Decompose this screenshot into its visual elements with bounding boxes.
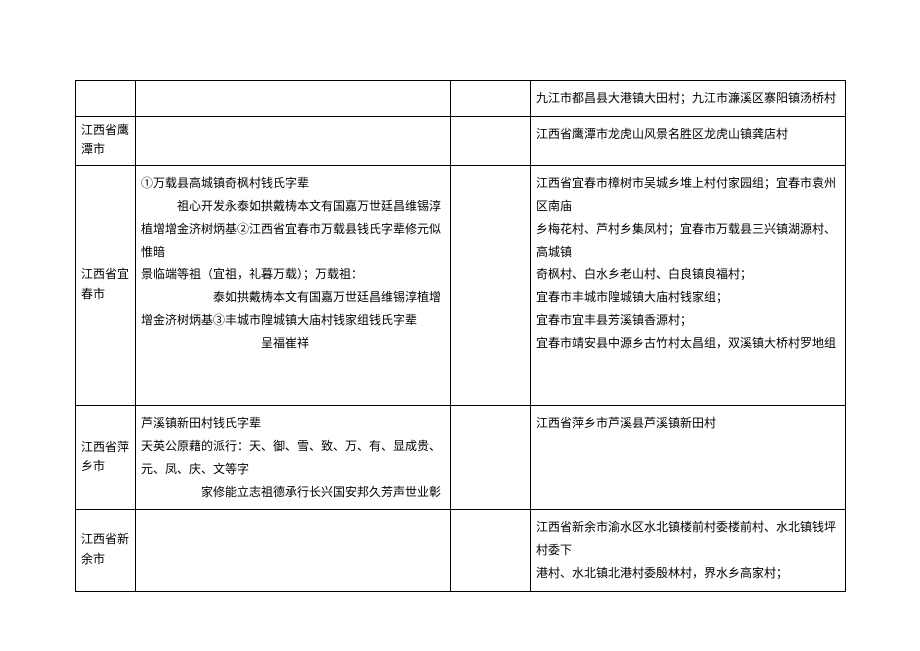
region-cell [76, 81, 136, 117]
text-line: 天英公原藉的派行：天、御、雪、致、万、有、显成贵、元、凤、庆、文等字 [141, 439, 441, 476]
text-line: 增金济树炳基③丰城市隍城镇大庙村钱家组钱氏字辈 [141, 313, 417, 327]
text-line: 呈福崔祥 [141, 336, 309, 350]
blank-cell [451, 406, 531, 510]
table-row: 江西省宜春市 ①万载县高城镇奇枫村钱氏字辈 祖心开发永泰如拱戴梼本文有国嘉万世廷… [76, 166, 846, 406]
text-line: 芦溪镇新田村钱氏字辈 [141, 416, 261, 430]
text-line: 港村、水北镇北港村委殷林村，界水乡高家村； [536, 566, 788, 580]
text-line: 植增增金济树炳基②江西省宜春市万载县钱氏字辈修元似惟暗 [141, 222, 441, 259]
text-line: 祖心开发永泰如拱戴梼本文有国嘉万世廷昌维锡淳 [141, 199, 441, 213]
generation-cell [136, 81, 451, 117]
generation-cell [136, 510, 451, 591]
text-line: 宜春市丰城市隍城镇大庙村钱家组； [536, 290, 728, 304]
text-line: 宜春市靖安县中源乡古竹村太昌组，双溪镇大桥村罗地组 [536, 336, 836, 350]
location-cell: 江西省新余市渝水区水北镇楼前村委楼前村、水北镇钱坪村委下 港村、水北镇北港村委殷… [531, 510, 846, 591]
blank-cell [451, 81, 531, 117]
text-line: 宜春市宜丰县芳溪镇香源村； [536, 313, 692, 327]
text-line: 奇枫村、白水乡老山村、白良镇良福村； [536, 267, 752, 281]
generation-cell: 芦溪镇新田村钱氏字辈 天英公原藉的派行：天、御、雪、致、万、有、显成贵、元、凤、… [136, 406, 451, 510]
table-row: 江西省萍乡市 芦溪镇新田村钱氏字辈 天英公原藉的派行：天、御、雪、致、万、有、显… [76, 406, 846, 510]
blank-cell [451, 116, 531, 165]
table-row: 九江市都昌县大港镇大田村；九江市濂溪区寨阳镇汤桥村 [76, 81, 846, 117]
generation-cell: ①万载县高城镇奇枫村钱氏字辈 祖心开发永泰如拱戴梼本文有国嘉万世廷昌维锡淳 植增… [136, 166, 451, 406]
table-row: 江西省鹰潭市 江西省鹰潭市龙虎山风景名胜区龙虎山镇龚店村 [76, 116, 846, 165]
text-line: ①万载县高城镇奇枫村钱氏字辈 [141, 176, 309, 190]
location-cell: 江西省鹰潭市龙虎山风景名胜区龙虎山镇龚店村 [531, 116, 846, 165]
location-cell: 九江市都昌县大港镇大田村；九江市濂溪区寨阳镇汤桥村 [531, 81, 846, 117]
region-cell: 江西省新余市 [76, 510, 136, 591]
text-line: 乡梅花村、芦村乡集凤村；宜春市万载县三兴镇湖源村、高城镇 [536, 222, 836, 259]
blank-cell [451, 510, 531, 591]
text-line: 泰如拱戴梼本文有国嘉万世廷昌维锡淳植增 [141, 290, 441, 304]
text-line: 江西省新余市渝水区水北镇楼前村委楼前村、水北镇钱坪村委下 [536, 520, 836, 557]
region-cell: 江西省鹰潭市 [76, 116, 136, 165]
blank-cell [451, 166, 531, 406]
region-cell: 江西省宜春市 [76, 166, 136, 406]
location-cell: 江西省萍乡市芦溪县芦溪镇新田村 [531, 406, 846, 510]
text-line: 家修能立志祖德承行长兴国安邦久芳声世业彰 [141, 485, 441, 499]
text-line: 江西省宜春市樟树市吴城乡堆上村付家园组；宜春市袁州区南庙 [536, 176, 836, 213]
region-cell: 江西省萍乡市 [76, 406, 136, 510]
table-row: 江西省新余市 江西省新余市渝水区水北镇楼前村委楼前村、水北镇钱坪村委下 港村、水… [76, 510, 846, 591]
location-cell: 江西省宜春市樟树市吴城乡堆上村付家园组；宜春市袁州区南庙 乡梅花村、芦村乡集凤村… [531, 166, 846, 406]
text-line: 景临端等祖（宜祖，礼暮万载）；万载祖： [141, 267, 363, 281]
generation-cell [136, 116, 451, 165]
genealogy-table: 九江市都昌县大港镇大田村；九江市濂溪区寨阳镇汤桥村 江西省鹰潭市 江西省鹰潭市龙… [75, 80, 846, 592]
